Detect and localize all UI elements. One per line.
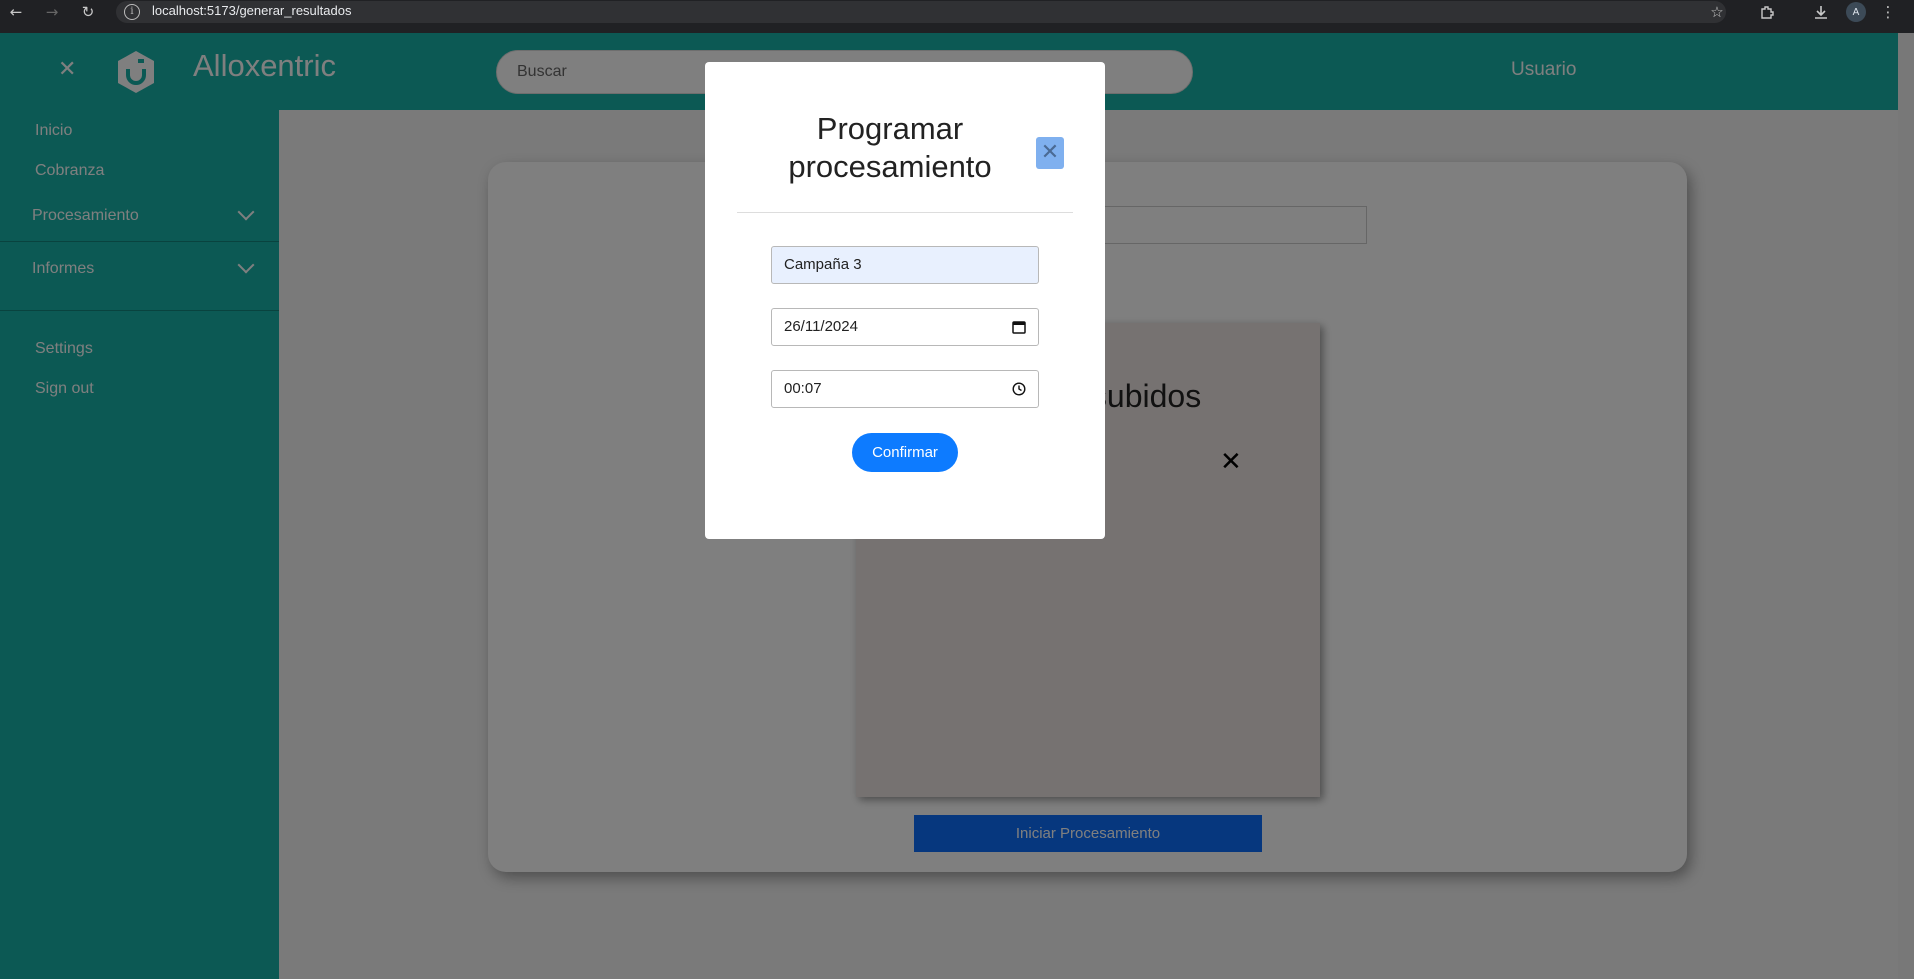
modal-divider <box>737 212 1073 213</box>
modal-close-button[interactable]: ✕ <box>1036 137 1064 169</box>
site-info-icon[interactable]: i <box>124 4 140 20</box>
profile-avatar[interactable]: A <box>1846 2 1866 22</box>
download-icon[interactable] <box>1809 0 1833 24</box>
back-arrow-icon[interactable]: ← <box>4 0 28 24</box>
clock-icon[interactable] <box>1012 382 1026 396</box>
date-value: 26/11/2024 <box>784 318 858 335</box>
address-url[interactable]: localhost:5173/generar_resultados <box>152 3 351 18</box>
browser-menu-icon[interactable]: ⋮ <box>1876 0 1900 24</box>
extensions-icon[interactable] <box>1755 0 1779 24</box>
schedule-modal: Programar procesamiento ✕ Campaña 3 26/1… <box>705 62 1105 539</box>
time-value: 00:07 <box>784 380 822 397</box>
browser-toolbar: ← → ↻ i localhost:5173/generar_resultado… <box>0 0 1914 33</box>
campaign-select[interactable]: Campaña 3 <box>771 246 1039 284</box>
modal-title: Programar procesamiento <box>788 111 992 184</box>
date-input[interactable]: 26/11/2024 <box>771 308 1039 346</box>
campaign-value: Campaña 3 <box>784 256 862 273</box>
forward-arrow-icon[interactable]: → <box>40 0 64 24</box>
bookmark-star-icon[interactable]: ☆ <box>1705 0 1729 24</box>
address-bar[interactable]: i localhost:5173/generar_resultados <box>116 1 1726 23</box>
time-input[interactable]: 00:07 <box>771 370 1039 408</box>
reload-icon[interactable]: ↻ <box>76 0 100 24</box>
confirm-button[interactable]: Confirmar <box>852 433 958 472</box>
calendar-icon[interactable] <box>1012 320 1026 334</box>
